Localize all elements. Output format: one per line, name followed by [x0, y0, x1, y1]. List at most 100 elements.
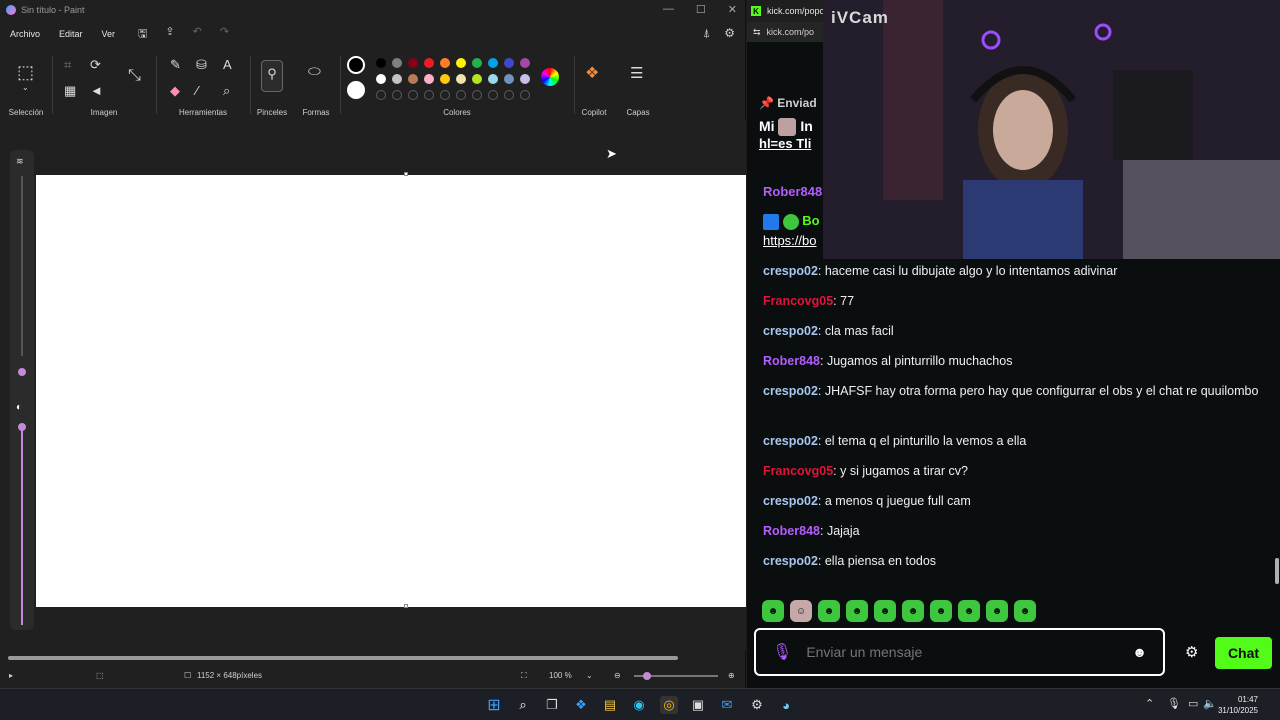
store-icon[interactable]: ▣ [689, 696, 707, 714]
background-removal-icon[interactable]: ▦ [64, 84, 76, 97]
custom-color-slot[interactable] [456, 90, 466, 100]
paint-taskbar-icon[interactable]: ◕ [777, 696, 795, 714]
chat-send-button[interactable]: Chat [1215, 637, 1272, 669]
palette-color-swatch[interactable] [456, 74, 466, 84]
layers-icon[interactable]: ☰ [630, 66, 643, 81]
rotate-icon[interactable]: ⟳ [90, 58, 101, 71]
palette-color-swatch[interactable] [440, 58, 450, 68]
redo-icon[interactable]: ↷ [220, 25, 229, 44]
palette-color-swatch[interactable] [504, 74, 514, 84]
palette-color-swatch[interactable] [440, 74, 450, 84]
select-rectangle-icon[interactable]: ⬚ [17, 63, 34, 81]
emote-icon[interactable]: ☻ [846, 600, 868, 622]
color-picker-icon[interactable]: ⁄ [196, 84, 198, 97]
url-text[interactable]: kick.com/po [767, 27, 815, 37]
edit-colors-icon[interactable] [541, 68, 559, 86]
pencil-icon[interactable]: ✎ [170, 58, 181, 71]
palette-color-swatch[interactable] [424, 74, 434, 84]
palette-color-swatch[interactable] [520, 74, 530, 84]
zoom-dropdown-icon[interactable]: ⌄ [586, 671, 593, 680]
crop-icon[interactable]: ⌗ [64, 58, 71, 71]
settings-gear-icon[interactable]: ⚙ [724, 26, 735, 41]
emote-icon[interactable]: ☻ [762, 600, 784, 622]
emote-icon[interactable]: ☺ [790, 600, 812, 622]
secondary-color-swatch[interactable] [347, 81, 365, 99]
menu-view[interactable]: Ver [102, 29, 116, 39]
scrollbar-thumb[interactable] [8, 656, 678, 660]
fill-bucket-icon[interactable]: ⛁ [196, 58, 207, 71]
palette-color-swatch[interactable] [424, 58, 434, 68]
emote-icon[interactable]: ☻ [902, 600, 924, 622]
custom-color-slot[interactable] [376, 90, 386, 100]
brush-icon[interactable]: ⚲ [261, 60, 283, 92]
minimize-icon[interactable]: — [663, 3, 674, 16]
network-icon[interactable]: ▭ [1188, 697, 1198, 710]
eraser-icon[interactable]: ◆ [170, 84, 180, 97]
magnifier-icon[interactable]: ⌕ [223, 84, 230, 97]
chat-username[interactable]: Rober848 [763, 354, 820, 368]
copilot-taskbar-icon[interactable]: ❖ [572, 696, 590, 714]
palette-color-swatch[interactable] [504, 58, 514, 68]
emote-icon[interactable]: ☻ [986, 600, 1008, 622]
resize-icon[interactable]: ⤡ [128, 68, 141, 84]
file-explorer-icon[interactable]: ▤ [601, 696, 619, 714]
custom-color-slot[interactable] [472, 90, 482, 100]
chat-username[interactable]: crespo02 [763, 434, 818, 448]
zoom-slider-knob[interactable] [643, 672, 651, 680]
chat-username[interactable]: crespo02 [763, 264, 818, 278]
share-icon[interactable]: ⇪ [165, 25, 174, 44]
emote-icon[interactable]: ☻ [930, 600, 952, 622]
microphone-icon[interactable]: 🎙 [772, 642, 792, 662]
horizontal-scrollbar[interactable] [8, 656, 738, 660]
chevron-down-icon[interactable]: ⌄ [22, 84, 29, 92]
custom-color-slot[interactable] [520, 90, 530, 100]
palette-color-swatch[interactable] [488, 74, 498, 84]
custom-color-slot[interactable] [424, 90, 434, 100]
mail-icon[interactable]: ✉ [718, 696, 736, 714]
tray-overflow-icon[interactable]: ⌃ [1145, 697, 1154, 710]
brush-size-slider[interactable]: ≋ ◐ [10, 150, 34, 630]
system-clock[interactable]: 01:47 31/10/2025 [1218, 694, 1258, 716]
search-icon[interactable]: ⌕ [514, 696, 532, 714]
edge-browser-icon[interactable]: ◉ [630, 696, 648, 714]
fit-to-window-icon[interactable]: ⛶ [521, 671, 527, 681]
chat-message-input[interactable] [806, 644, 1127, 660]
chat-username[interactable]: crespo02 [763, 494, 818, 508]
shapes-icon[interactable]: ⬭ [308, 64, 321, 79]
primary-color-swatch[interactable] [347, 56, 365, 74]
custom-color-slot[interactable] [392, 90, 402, 100]
size-slider-knob[interactable] [18, 368, 26, 376]
undo-icon[interactable]: ↶ [193, 25, 202, 44]
close-icon[interactable]: ✕ [728, 3, 737, 16]
microphone-tray-icon[interactable]: 🎙 [1167, 697, 1181, 710]
palette-color-swatch[interactable] [520, 58, 530, 68]
palette-color-swatch[interactable] [472, 58, 482, 68]
canvas-resize-handle[interactable] [404, 604, 408, 608]
chat-username[interactable]: crespo02 [763, 324, 818, 338]
chrome-browser-icon[interactable]: ◎ [660, 696, 678, 714]
custom-color-slot[interactable] [488, 90, 498, 100]
chat-username[interactable]: Francovg05 [763, 294, 833, 308]
chat-username[interactable]: Francovg05 [763, 464, 833, 478]
zoom-level[interactable]: 100 % [549, 671, 572, 680]
save-icon[interactable]: 🖫 [138, 25, 147, 44]
palette-color-swatch[interactable] [472, 74, 482, 84]
maximize-icon[interactable]: ☐ [696, 3, 706, 16]
task-view-icon[interactable]: ❐ [543, 696, 561, 714]
palette-color-swatch[interactable] [376, 58, 386, 68]
palette-color-swatch[interactable] [392, 74, 402, 84]
palette-color-swatch[interactable] [392, 58, 402, 68]
palette-color-swatch[interactable] [408, 74, 418, 84]
chat-username[interactable]: Rober848 [763, 524, 820, 538]
chat-partial-link[interactable]: https://bo [763, 233, 816, 248]
flip-icon[interactable]: ◄ [90, 84, 103, 97]
text-icon[interactable]: A [223, 58, 232, 71]
drawing-canvas[interactable] [36, 172, 746, 608]
volume-icon[interactable]: 🔈 [1203, 697, 1217, 710]
emote-icon[interactable]: ☻ [874, 600, 896, 622]
zoom-in-icon[interactable]: ⊕ [728, 671, 735, 680]
emote-icon[interactable]: ☻ [818, 600, 840, 622]
chat-scrollbar[interactable] [1275, 558, 1279, 584]
custom-color-slot[interactable] [408, 90, 418, 100]
menu-file[interactable]: Archivo [10, 29, 40, 39]
